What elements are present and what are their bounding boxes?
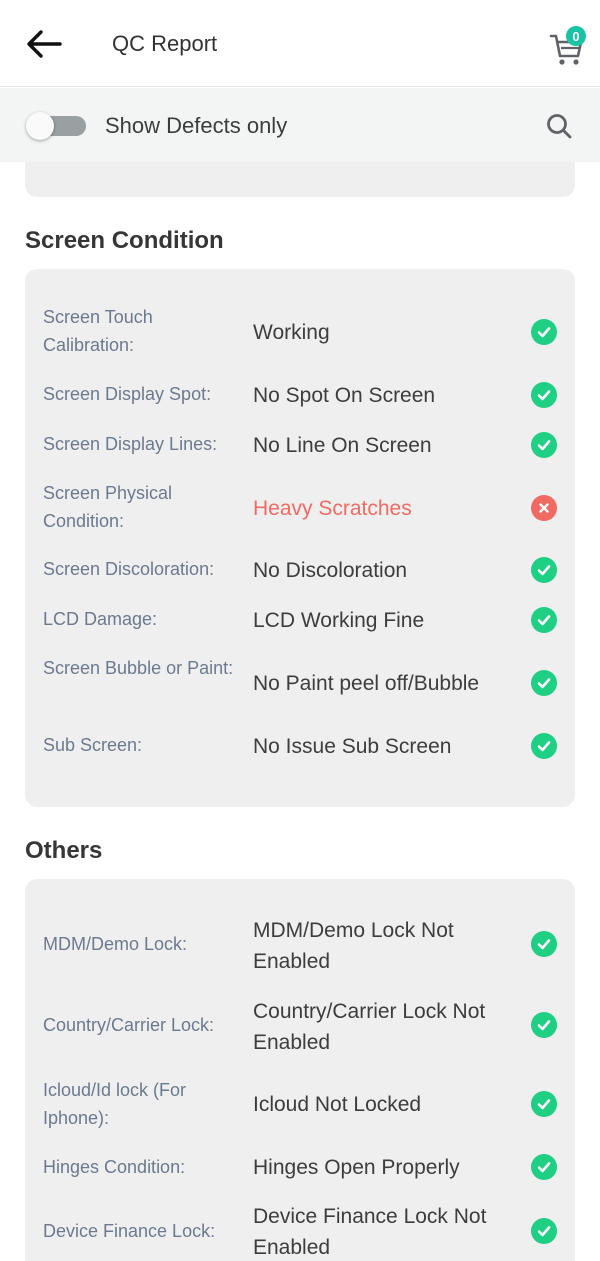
check-icon bbox=[531, 1012, 557, 1038]
arrow-left-icon bbox=[27, 30, 62, 58]
check-icon bbox=[531, 670, 557, 696]
row-value: MDM/Demo Lock Not Enabled bbox=[253, 919, 454, 973]
check-icon bbox=[531, 319, 557, 345]
previous-card-bottom bbox=[25, 162, 575, 197]
check-icon bbox=[531, 432, 557, 458]
row-label: MDM/Demo Lock: bbox=[43, 934, 188, 954]
section-title-screen-condition: Screen Condition bbox=[25, 227, 224, 254]
row-label: Screen Display Spot: bbox=[43, 384, 212, 404]
row-label: Screen Display Lines: bbox=[43, 434, 218, 454]
row-value: LCD Working Fine bbox=[253, 609, 425, 632]
search-icon bbox=[547, 114, 572, 139]
check-icon bbox=[531, 607, 557, 633]
row-label: Sub Screen: bbox=[43, 735, 143, 755]
row-value: Hinges Open Properly bbox=[253, 1156, 460, 1179]
show-defects-label: Show Defects only bbox=[105, 113, 288, 138]
check-icon bbox=[531, 733, 557, 759]
check-icon bbox=[531, 1091, 557, 1117]
row-value: Working bbox=[253, 321, 330, 344]
row-label: Screen Discoloration: bbox=[43, 559, 215, 579]
row-value: No Paint peel off/Bubble bbox=[253, 672, 480, 695]
row-value: No Discoloration bbox=[253, 559, 408, 582]
row-label: Screen Touch Calibration: bbox=[43, 307, 153, 355]
filter-bar bbox=[0, 88, 600, 162]
row-value: No Line On Screen bbox=[253, 434, 432, 457]
search-button[interactable] bbox=[542, 109, 576, 143]
check-icon bbox=[531, 931, 557, 957]
toggle-knob bbox=[26, 112, 54, 140]
row-label: Screen Bubble or Paint: bbox=[43, 658, 234, 678]
others-card: MDM/Demo Lock: MDM/Demo Lock Not Enabled… bbox=[25, 879, 575, 1261]
page-title: QC Report bbox=[112, 31, 218, 56]
cart-button[interactable]: 0 bbox=[548, 24, 592, 68]
row-value: Country/Carrier Lock Not Enabled bbox=[253, 1000, 486, 1054]
row-label: Screen Physical Condition: bbox=[43, 483, 173, 531]
row-value: No Issue Sub Screen bbox=[253, 735, 452, 758]
cart-count-badge: 0 bbox=[566, 26, 586, 46]
screen-condition-card: Screen Touch Calibration: Working Screen… bbox=[25, 269, 575, 807]
row-label: Hinges Condition: bbox=[43, 1157, 186, 1177]
back-button[interactable] bbox=[22, 24, 66, 64]
row-label: Icloud/Id lock (For Iphone): bbox=[43, 1080, 187, 1128]
row-label: Country/Carrier Lock: bbox=[43, 1015, 215, 1035]
check-icon bbox=[531, 1218, 557, 1244]
row-label: Device Finance Lock: bbox=[43, 1221, 216, 1241]
row-value: Device Finance Lock Not Enabled bbox=[253, 1205, 487, 1259]
row-value-defect: Heavy Scratches bbox=[253, 497, 412, 520]
row-label: LCD Damage: bbox=[43, 609, 158, 629]
cross-icon bbox=[531, 495, 557, 521]
row-value: Icloud Not Locked bbox=[253, 1093, 422, 1116]
show-defects-toggle[interactable] bbox=[26, 112, 86, 140]
check-icon bbox=[531, 382, 557, 408]
check-icon bbox=[531, 557, 557, 583]
row-value: No Spot On Screen bbox=[253, 384, 436, 407]
section-title-others: Others bbox=[25, 837, 103, 864]
check-icon bbox=[531, 1154, 557, 1180]
app-bar: QC Report 0 bbox=[0, 0, 600, 87]
